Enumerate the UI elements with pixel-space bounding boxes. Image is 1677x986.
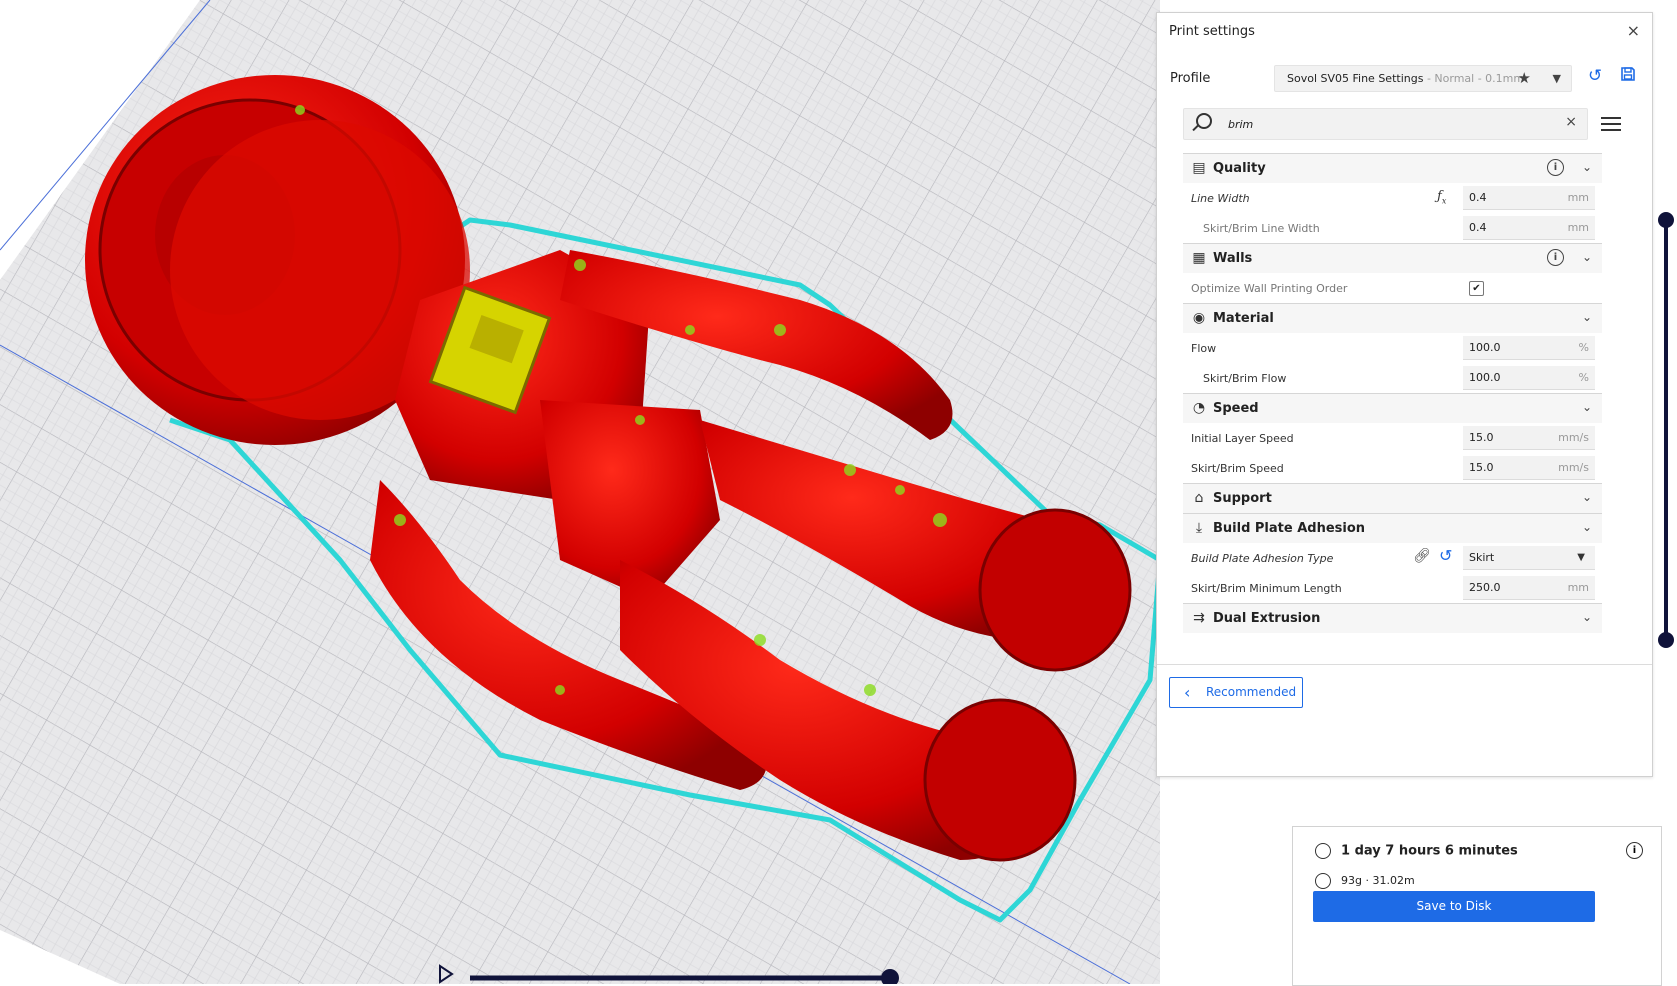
link-icon[interactable]: 🔗︎: [1413, 548, 1431, 564]
category-build-plate-adhesion[interactable]: ⤓ Build Plate Adhesion ⌄: [1183, 513, 1602, 543]
print-time-label: 1 day 7 hours 6 minutes: [1341, 843, 1518, 859]
setting-label: Skirt/Brim Speed: [1191, 462, 1284, 475]
category-speed[interactable]: ◔ Speed ⌄: [1183, 393, 1602, 423]
info-icon[interactable]: i: [1547, 249, 1564, 266]
walls-icon: ▦: [1192, 250, 1206, 266]
skirt-min-length-field[interactable]: 250.0 mm: [1463, 576, 1595, 600]
setting-label: Line Width: [1191, 192, 1250, 205]
setting-skirt-speed: Skirt/Brim Speed 15.0 mm/s: [1183, 453, 1602, 483]
category-quality[interactable]: ▤ Quality i ⌄: [1183, 153, 1602, 183]
search-icon: [1196, 113, 1212, 129]
adhesion-icon: ⤓: [1195, 520, 1203, 536]
quality-icon: ▤: [1192, 160, 1206, 176]
spool-icon: [1315, 873, 1331, 889]
profile-select[interactable]: Sovol SV05 Fine Settings - Normal - 0.1m…: [1274, 65, 1572, 92]
close-icon[interactable]: ×: [1627, 21, 1640, 40]
skirt-line-width-field[interactable]: 0.4 mm: [1463, 216, 1595, 240]
setting-adhesion-type: Build Plate Adhesion Type 🔗︎ ↺ Skirt ▼: [1183, 543, 1602, 573]
material-icon: ◉: [1192, 310, 1206, 326]
settings-list: ▤ Quality i ⌄ Line Width ƒx 0.4 mm Skirt/…: [1183, 153, 1602, 633]
setting-label: Flow: [1191, 342, 1217, 355]
category-label: Speed: [1213, 401, 1259, 416]
profile-label: Profile: [1170, 71, 1211, 86]
category-label: Support: [1213, 491, 1272, 506]
chevron-down-icon[interactable]: ⌄: [1582, 490, 1592, 504]
save-to-disk-button[interactable]: Save to Disk: [1313, 891, 1595, 922]
layer-slider-top-handle[interactable]: [1658, 212, 1674, 228]
chevron-down-icon[interactable]: ⌄: [1582, 520, 1592, 534]
adhesion-type-select[interactable]: Skirt ▼: [1463, 546, 1595, 570]
category-label: Walls: [1213, 251, 1253, 266]
print-estimate-card: 1 day 7 hours 6 minutes i 93g · 31.02m S…: [1292, 826, 1662, 986]
info-icon[interactable]: i: [1547, 159, 1564, 176]
profile-name: Sovol SV05 Fine Settings: [1287, 72, 1424, 85]
reset-profile-icon[interactable]: ↺: [1588, 66, 1602, 86]
recommended-button[interactable]: ‹ Recommended: [1169, 677, 1303, 708]
setting-label: Initial Layer Speed: [1191, 432, 1294, 445]
initial-layer-speed-field[interactable]: 15.0 mm/s: [1463, 426, 1595, 450]
settings-search[interactable]: ×: [1183, 108, 1588, 140]
chevron-down-icon[interactable]: ⌄: [1582, 400, 1592, 414]
setting-label: Optimize Wall Printing Order: [1191, 282, 1348, 295]
speed-icon: ◔: [1192, 400, 1206, 416]
category-label: Build Plate Adhesion: [1213, 521, 1366, 536]
material-usage: 93g · 31.02m: [1315, 873, 1415, 889]
skirt-flow-field[interactable]: 100.0%: [1463, 366, 1595, 390]
chevron-down-icon[interactable]: ⌄: [1582, 610, 1592, 624]
dual-extrusion-icon: ⇉: [1193, 610, 1205, 626]
chevron-down-icon: ▼: [1577, 552, 1585, 563]
support-icon: ⌂: [1194, 490, 1204, 506]
function-icon[interactable]: ƒx: [1437, 189, 1446, 206]
setting-flow: Flow 100.0%: [1183, 333, 1602, 363]
star-icon[interactable]: ★: [1518, 66, 1531, 91]
chevron-left-icon: ‹: [1184, 683, 1191, 702]
category-label: Dual Extrusion: [1213, 611, 1321, 626]
setting-label: Skirt/Brim Line Width: [1203, 222, 1320, 235]
category-dual-extrusion[interactable]: ⇉ Dual Extrusion ⌄: [1183, 603, 1602, 633]
profile-suffix: - Normal - 0.1mm: [1423, 72, 1525, 85]
category-material[interactable]: ◉ Material ⌄: [1183, 303, 1602, 333]
recommended-label: Recommended: [1206, 685, 1297, 699]
category-label: Quality: [1213, 161, 1266, 176]
material-usage-label: 93g · 31.02m: [1341, 874, 1415, 887]
info-icon[interactable]: i: [1626, 842, 1643, 859]
panel-title: Print settings: [1169, 24, 1255, 39]
flow-field[interactable]: 100.0%: [1463, 336, 1595, 360]
layer-slider-bottom-handle[interactable]: [1658, 632, 1674, 648]
clock-icon: [1315, 843, 1331, 859]
search-input[interactable]: [1228, 115, 1528, 133]
setting-initial-layer-speed: Initial Layer Speed 15.0 mm/s: [1183, 423, 1602, 453]
category-label: Material: [1213, 311, 1274, 326]
settings-visibility-menu-icon[interactable]: [1601, 117, 1621, 131]
category-walls[interactable]: ▦ Walls i ⌄: [1183, 243, 1602, 273]
reset-icon[interactable]: ↺: [1439, 546, 1452, 565]
setting-label: Skirt/Brim Flow: [1203, 372, 1287, 385]
setting-skirt-min-length: Skirt/Brim Minimum Length 250.0 mm: [1183, 573, 1602, 603]
setting-label: Build Plate Adhesion Type: [1191, 552, 1334, 565]
line-width-field[interactable]: 0.4 mm: [1463, 186, 1595, 210]
setting-label: Skirt/Brim Minimum Length: [1191, 582, 1342, 595]
chevron-down-icon[interactable]: ⌄: [1582, 160, 1592, 174]
chevron-down-icon[interactable]: ⌄: [1582, 310, 1592, 324]
setting-line-width: Line Width ƒx 0.4 mm: [1183, 183, 1602, 213]
print-time: 1 day 7 hours 6 minutes: [1315, 843, 1518, 859]
chevron-down-icon[interactable]: ▼: [1553, 66, 1561, 91]
print-settings-panel: Print settings × Profile Sovol SV05 Fine…: [1156, 12, 1653, 777]
category-support[interactable]: ⌂ Support ⌄: [1183, 483, 1602, 513]
setting-skirt-flow: Skirt/Brim Flow 100.0%: [1183, 363, 1602, 393]
panel-divider: [1157, 664, 1652, 665]
setting-optimize-wall-order: Optimize Wall Printing Order ✔: [1183, 273, 1602, 303]
clear-search-icon[interactable]: ×: [1565, 114, 1577, 130]
save-profile-icon[interactable]: [1620, 66, 1636, 87]
chevron-down-icon[interactable]: ⌄: [1582, 250, 1592, 264]
skirt-speed-field[interactable]: 15.0 mm/s: [1463, 456, 1595, 480]
setting-skirt-line-width: Skirt/Brim Line Width 0.4 mm: [1183, 213, 1602, 243]
optimize-wall-checkbox[interactable]: ✔: [1469, 281, 1484, 296]
